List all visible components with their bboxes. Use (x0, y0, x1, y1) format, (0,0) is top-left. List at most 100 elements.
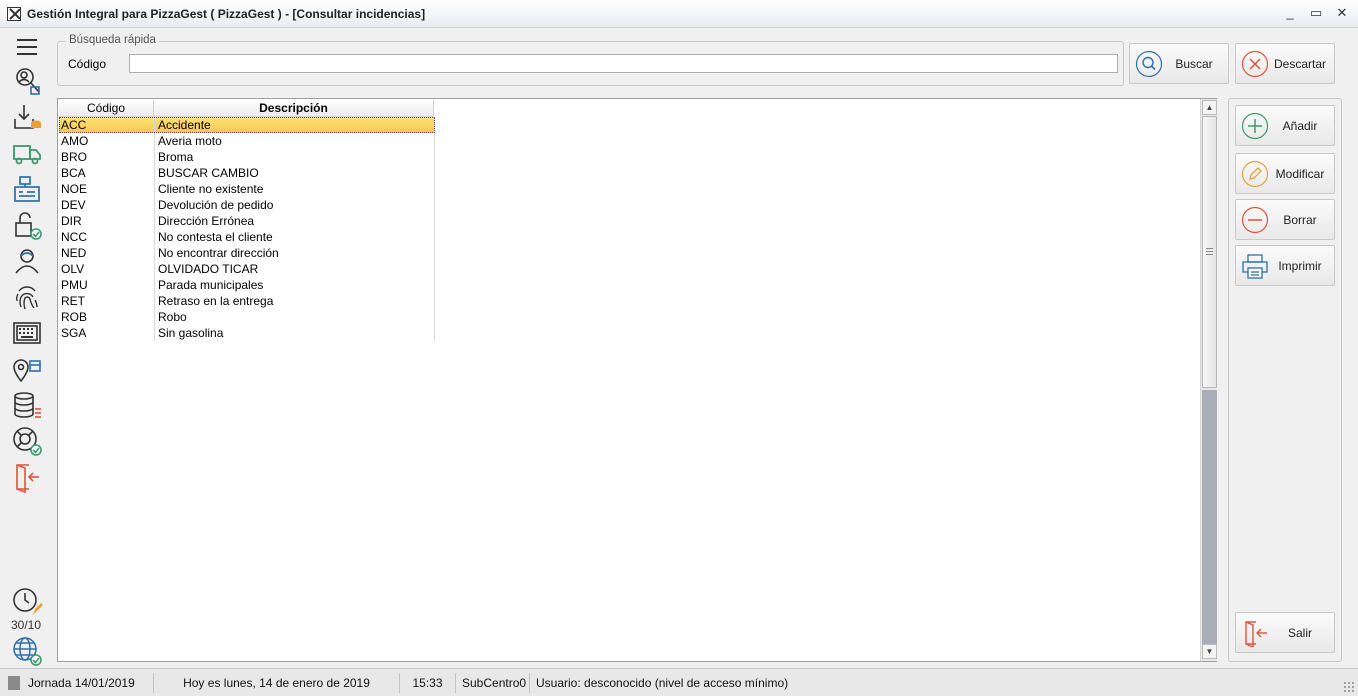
status-user: Usuario: desconocido (nivel de acceso mí… (536, 675, 789, 690)
minimize-button[interactable]: _ (1284, 4, 1296, 22)
cell-code: NED (59, 245, 155, 261)
cell-code: BRO (59, 149, 155, 165)
exit-button-label: Salir (1287, 625, 1312, 640)
unlock-check-icon[interactable] (8, 208, 46, 242)
map-pin-store-icon[interactable] (8, 352, 46, 386)
table-row[interactable]: ROB Robo (59, 309, 435, 325)
discard-button[interactable]: Descartar (1235, 43, 1335, 84)
modify-button[interactable]: Modificar (1235, 153, 1335, 194)
grid-body: ACC Accidente AMO Averia moto BRO Broma BCA BUS… (59, 117, 435, 341)
scroll-up-arrow[interactable]: ▲ (1202, 100, 1217, 115)
keyboard-icon[interactable] (8, 316, 46, 350)
table-row[interactable]: NOE Cliente no existente (59, 181, 435, 197)
exit-button[interactable]: Salir (1235, 612, 1335, 653)
status-today: Hoy es lunes, 14 de enero de 2019 (154, 672, 400, 693)
download-box-icon[interactable] (8, 100, 46, 134)
status-bar: Jornada 14/01/2019 Hoy es lunes, 14 de e… (0, 668, 1358, 696)
resize-grip-icon[interactable] (1343, 681, 1355, 693)
cell-description: No encontrar dirección (155, 245, 435, 261)
cash-register-icon[interactable] (8, 172, 46, 206)
table-row[interactable]: BRO Broma (59, 149, 435, 165)
lifebuoy-check-icon[interactable] (8, 424, 46, 458)
minus-icon (1240, 205, 1270, 235)
table-row[interactable]: PMU Parada municipales (59, 277, 435, 293)
cell-code: AMO (59, 133, 155, 149)
exit-icon (1240, 618, 1270, 648)
table-row[interactable]: NCC No contesta el cliente (59, 229, 435, 245)
scroll-thumb[interactable] (1202, 116, 1217, 388)
cell-description: Retraso en la entrega (155, 293, 435, 309)
cell-description: Averia moto (155, 133, 435, 149)
table-row[interactable]: DIR Dirección Errónea (59, 213, 435, 229)
scroll-track[interactable] (1202, 390, 1217, 644)
globe-check-icon[interactable] (8, 634, 46, 668)
exit-door-icon[interactable] (8, 460, 46, 494)
cell-code: DIR (59, 213, 155, 229)
pencil-icon (1240, 159, 1270, 189)
user-icon[interactable] (8, 244, 46, 278)
window-title: Gestión Integral para PizzaGest ( PizzaG… (27, 6, 426, 21)
quick-search-legend: Búsqueda rápida (66, 34, 159, 46)
discard-button-label: Descartar (1273, 56, 1326, 71)
fingerprint-icon[interactable] (8, 280, 46, 314)
close-icon (1240, 49, 1270, 79)
cell-description: BUSCAR CAMBIO (155, 165, 435, 181)
cell-description: Devolución de pedido (155, 197, 435, 213)
cell-description: OLVIDADO TICAR (155, 261, 435, 277)
table-row[interactable]: DEV Devolución de pedido (59, 197, 435, 213)
title-bar: Gestión Integral para PizzaGest ( PizzaG… (0, 0, 1358, 28)
status-jornada: Jornada 14/01/2019 (22, 672, 154, 693)
cell-code: ACC (59, 117, 155, 133)
table-row[interactable]: ACC Accidente (59, 117, 435, 133)
add-button[interactable]: Añadir (1235, 105, 1335, 146)
search-user-icon[interactable] (8, 64, 46, 98)
table-row[interactable]: OLV OLVIDADO TICAR (59, 261, 435, 277)
print-button[interactable]: Imprimir (1235, 245, 1335, 286)
cell-code: OLV (59, 261, 155, 277)
cell-description: Robo (155, 309, 435, 325)
delete-button-label: Borrar (1283, 212, 1317, 227)
column-header-code[interactable]: Código (59, 100, 154, 117)
incidents-grid[interactable]: Código Descripción ACC Accidente AMO Averia… (57, 98, 1217, 662)
cell-code: ROB (59, 309, 155, 325)
table-row[interactable]: RET Retraso en la entrega (59, 293, 435, 309)
table-row[interactable]: AMO Averia moto (59, 133, 435, 149)
search-button-label: Buscar (1175, 56, 1213, 71)
table-row[interactable]: BCA BUSCAR CAMBIO (59, 165, 435, 181)
print-button-label: Imprimir (1278, 258, 1322, 273)
cell-code: SGA (59, 325, 155, 341)
scroll-grip-icon (1206, 248, 1213, 255)
status-indicator (8, 675, 20, 690)
cell-code: PMU (59, 277, 155, 293)
database-list-icon[interactable] (8, 388, 46, 422)
grid-vertical-scrollbar[interactable]: ▲ ▼ (1200, 99, 1217, 661)
sidebar: 30/10 (0, 28, 52, 668)
table-row[interactable]: SGA Sin gasolina (59, 325, 435, 341)
column-header-description[interactable]: Descripción (154, 100, 434, 117)
delete-button[interactable]: Borrar (1235, 199, 1335, 240)
cell-code: NCC (59, 229, 155, 245)
table-row[interactable]: NED No encontrar dirección (59, 245, 435, 261)
search-button[interactable]: Buscar (1129, 43, 1229, 84)
cell-description: Parada municipales (155, 277, 435, 293)
menu-icon[interactable] (8, 30, 46, 64)
app-logo-icon (7, 6, 21, 21)
scroll-down-arrow[interactable]: ▼ (1202, 644, 1217, 659)
code-search-input[interactable] (129, 54, 1118, 73)
grid-header: Código Descripción (59, 100, 434, 117)
close-button[interactable]: ✕ (1336, 4, 1348, 22)
printer-icon (1240, 251, 1270, 281)
cell-code: DEV (59, 197, 155, 213)
clock-edit-icon[interactable] (8, 584, 46, 618)
cell-description: Cliente no existente (155, 181, 435, 197)
modify-button-label: Modificar (1275, 166, 1325, 181)
window-controls: _ ▭ ✕ (1284, 4, 1348, 22)
plus-icon (1240, 111, 1270, 141)
delivery-truck-icon[interactable] (8, 136, 46, 170)
cell-description: Sin gasolina (155, 325, 435, 341)
code-label: Código (68, 57, 107, 71)
cell-code: BCA (59, 165, 155, 181)
restore-button[interactable]: ▭ (1310, 4, 1322, 22)
cell-description: Dirección Errónea (155, 213, 435, 229)
cell-code: RET (59, 293, 155, 309)
